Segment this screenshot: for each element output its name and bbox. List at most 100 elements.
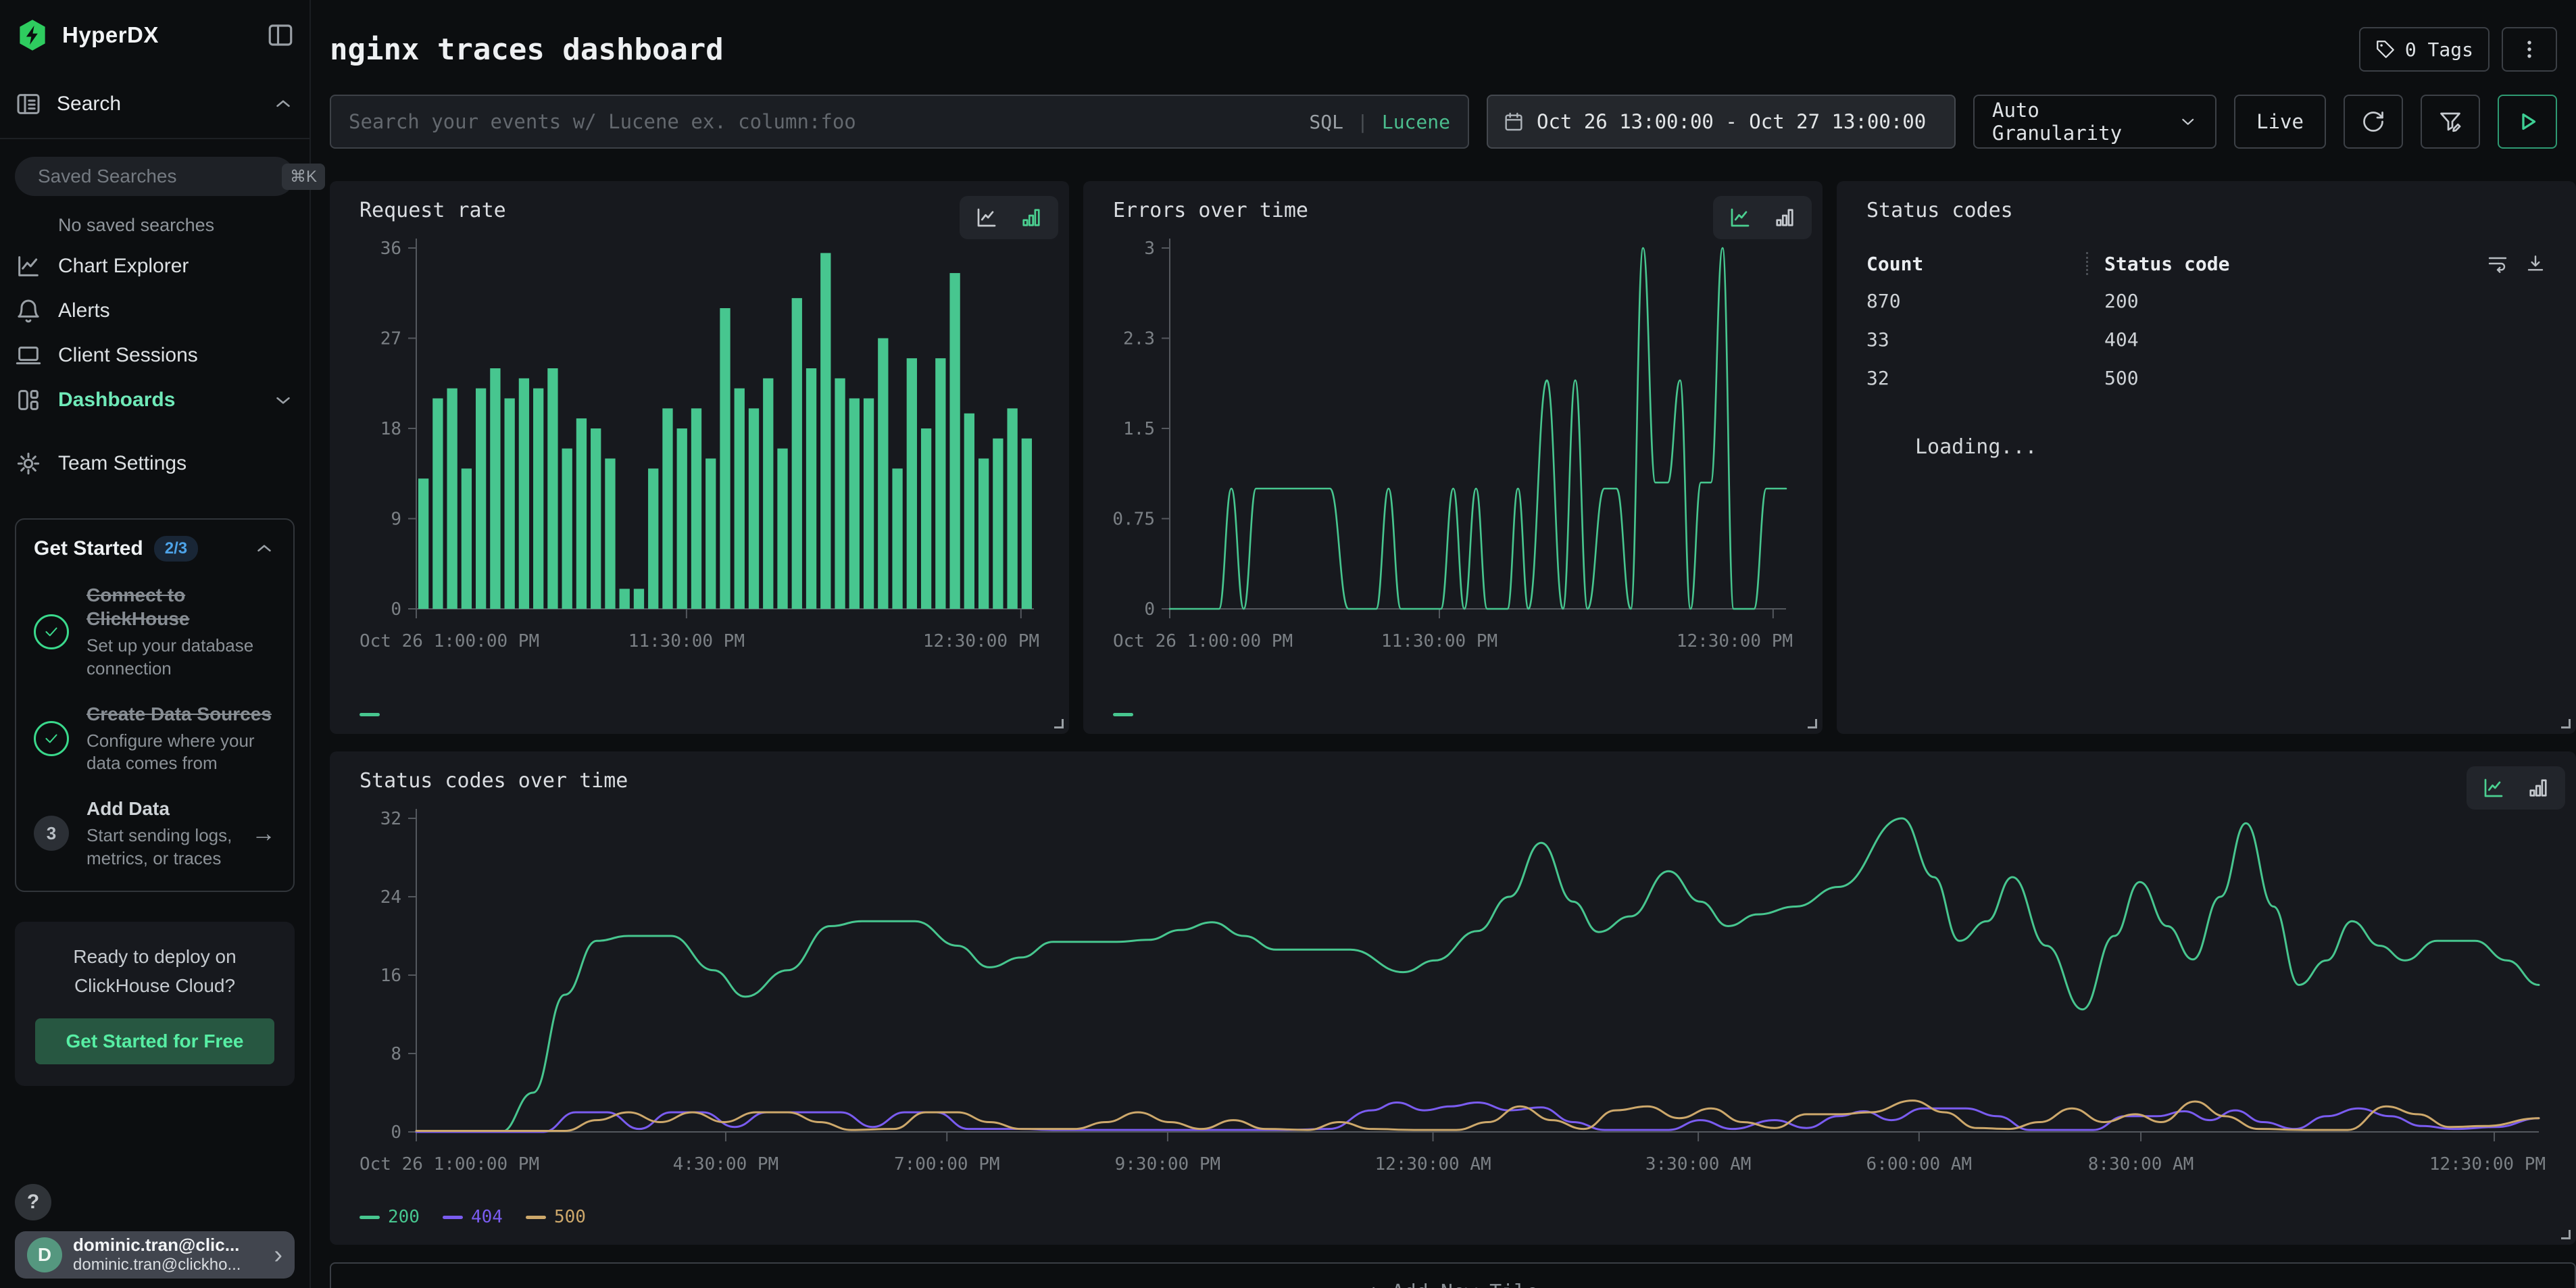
- chevron-up-icon: [272, 93, 295, 116]
- arrow-right-icon: →: [251, 819, 276, 847]
- legend-label: 404: [471, 1207, 503, 1227]
- no-saved-searches-text: No saved searches: [58, 215, 295, 236]
- svg-text:3:30:00 AM: 3:30:00 AM: [1645, 1154, 1752, 1174]
- download-icon[interactable]: [2525, 253, 2546, 274]
- sidebar-item-client-sessions[interactable]: Client Sessions: [15, 333, 295, 378]
- cell-status-code: 404: [2104, 328, 2139, 351]
- line-chart-toggle-icon[interactable]: [974, 205, 999, 230]
- get-started-step-3[interactable]: 3 Add Data Start sending logs, metrics, …: [34, 797, 276, 870]
- sidebar-item-alerts[interactable]: Alerts: [15, 289, 295, 333]
- table-row[interactable]: 33404: [1866, 320, 2546, 359]
- step-desc: Configure where your data comes from: [86, 730, 276, 776]
- get-started-card: Get Started 2/3 Connect to ClickHouse Se…: [15, 518, 295, 892]
- svg-text:Oct 26 1:00:00 PM: Oct 26 1:00:00 PM: [1113, 631, 1293, 651]
- main-content: nginx traces dashboard 0 Tags SQL | Luce…: [311, 0, 2576, 1288]
- sidebar-item-search[interactable]: Search: [15, 85, 295, 123]
- resize-handle[interactable]: [1054, 719, 1064, 728]
- legend-item[interactable]: 500: [526, 1207, 586, 1227]
- svg-text:36: 36: [380, 239, 401, 259]
- live-button[interactable]: Live: [2234, 95, 2326, 149]
- line-chart-toggle-icon[interactable]: [2481, 776, 2506, 800]
- svg-text:12:30:00 PM: 12:30:00 PM: [923, 631, 1039, 651]
- user-menu[interactable]: D dominic.tran@clic... dominic.tran@clic…: [15, 1231, 295, 1279]
- resize-handle[interactable]: [2561, 719, 2571, 728]
- get-started-step-2[interactable]: Create Data Sources Configure where your…: [34, 702, 276, 776]
- search-section-label: Search: [57, 93, 121, 116]
- chevron-up-icon: [253, 537, 276, 560]
- panel-menu-button[interactable]: [2502, 27, 2557, 72]
- legend-item[interactable]: 200: [360, 1207, 420, 1227]
- status-codes-over-time-chart[interactable]: 08162432Oct 26 1:00:00 PM4:30:00 PM7:00:…: [360, 799, 2546, 1191]
- errors-over-time-chart[interactable]: 00.751.52.33Oct 26 1:00:00 PM11:30:00 PM…: [1113, 229, 1793, 668]
- time-range-picker[interactable]: Oct 26 13:00:00 - Oct 27 13:00:00: [1487, 95, 1956, 149]
- event-search-wrap: SQL | Lucene: [330, 95, 1469, 149]
- legend-dash: [443, 1216, 463, 1219]
- resize-handle[interactable]: [1808, 719, 1817, 728]
- kebab-icon: [2518, 38, 2541, 61]
- svg-text:4:30:00 PM: 4:30:00 PM: [673, 1154, 779, 1174]
- run-query-button[interactable]: [2498, 95, 2557, 149]
- resize-handle[interactable]: [2561, 1230, 2571, 1239]
- sidebar-item-chart-explorer[interactable]: Chart Explorer: [15, 244, 295, 289]
- sql-mode-toggle[interactable]: SQL: [1309, 111, 1343, 133]
- table-row[interactable]: 870200: [1866, 282, 2546, 320]
- filter-edit-icon: [2438, 109, 2462, 134]
- get-started-free-button[interactable]: Get Started for Free: [35, 1018, 274, 1064]
- chevron-right-icon: ›: [274, 1242, 282, 1268]
- panel-errors-over-time: Errors over time 00.751.52.33Oct 26 1:00…: [1083, 181, 1823, 734]
- lucene-mode-toggle[interactable]: Lucene: [1382, 111, 1450, 133]
- svg-text:2.3: 2.3: [1123, 329, 1155, 349]
- legend-dash: [1113, 713, 1133, 716]
- bar-chart-toggle-icon[interactable]: [1773, 205, 1797, 230]
- sidebar-item-team-settings[interactable]: Team Settings: [15, 441, 295, 486]
- toolbar: SQL | Lucene Oct 26 13:00:00 - Oct 27 13…: [330, 95, 2576, 149]
- bar-chart-toggle-icon[interactable]: [1019, 205, 1043, 230]
- saved-searches-input-wrap: ⌘K: [15, 157, 295, 196]
- svg-text:12:30:00 PM: 12:30:00 PM: [2429, 1154, 2546, 1174]
- svg-text:9:30:00 PM: 9:30:00 PM: [1115, 1154, 1221, 1174]
- svg-text:18: 18: [380, 419, 401, 439]
- chart-legend: [1113, 713, 1133, 716]
- column-header-status-code[interactable]: Status code: [2104, 253, 2487, 275]
- get-started-header[interactable]: Get Started 2/3: [34, 536, 276, 562]
- refresh-button[interactable]: [2344, 95, 2403, 149]
- event-search-input[interactable]: [349, 110, 1295, 133]
- line-chart-toggle-icon[interactable]: [1728, 205, 1752, 230]
- sidebar-collapse-button[interactable]: [266, 21, 295, 49]
- table-row[interactable]: 32500: [1866, 359, 2546, 397]
- chart-explorer-icon: [15, 253, 42, 280]
- add-new-tile-button[interactable]: + Add New Tile: [330, 1262, 2576, 1288]
- granularity-select[interactable]: Auto Granularity: [1973, 95, 2216, 149]
- svg-text:0.75: 0.75: [1113, 510, 1155, 530]
- refresh-icon: [2361, 109, 2385, 134]
- legend-item[interactable]: 404: [443, 1207, 503, 1227]
- bell-icon: [15, 297, 42, 324]
- get-started-step-1[interactable]: Connect to ClickHouse Set up your databa…: [34, 583, 276, 680]
- step-number-badge: 3: [34, 816, 69, 851]
- time-range-value: Oct 26 13:00:00 - Oct 27 13:00:00: [1537, 110, 1926, 133]
- chevron-down-icon: [2178, 112, 2198, 132]
- svg-text:24: 24: [380, 887, 401, 908]
- tags-button[interactable]: 0 Tags: [2359, 27, 2490, 72]
- app-name: HyperDX: [62, 22, 159, 48]
- bar-chart-toggle-icon[interactable]: [2526, 776, 2550, 800]
- hyperdx-logo-icon: [15, 18, 50, 53]
- help-button[interactable]: ?: [15, 1184, 51, 1220]
- text-wrap-icon[interactable]: [2487, 253, 2508, 274]
- chevron-down-icon: [272, 389, 295, 412]
- chart-type-toggle: [960, 196, 1058, 239]
- request-rate-chart[interactable]: 09182736Oct 26 1:00:00 PM11:30:00 PM12:3…: [360, 229, 1039, 668]
- play-icon: [2515, 109, 2540, 134]
- step-title: Connect to ClickHouse: [86, 583, 276, 630]
- saved-searches-input[interactable]: [38, 166, 282, 187]
- legend-dash: [526, 1216, 546, 1219]
- filter-button[interactable]: [2421, 95, 2480, 149]
- svg-text:3: 3: [1144, 239, 1155, 259]
- get-started-progress-badge: 2/3: [154, 536, 198, 562]
- user-name: dominic.tran@clic...: [73, 1235, 241, 1256]
- sidebar-item-dashboards[interactable]: Dashboards: [15, 378, 295, 422]
- gear-icon: [15, 450, 42, 477]
- column-resize-handle[interactable]: [2086, 252, 2088, 275]
- column-header-count[interactable]: Count: [1866, 253, 2086, 275]
- legend-label: 200: [388, 1207, 420, 1227]
